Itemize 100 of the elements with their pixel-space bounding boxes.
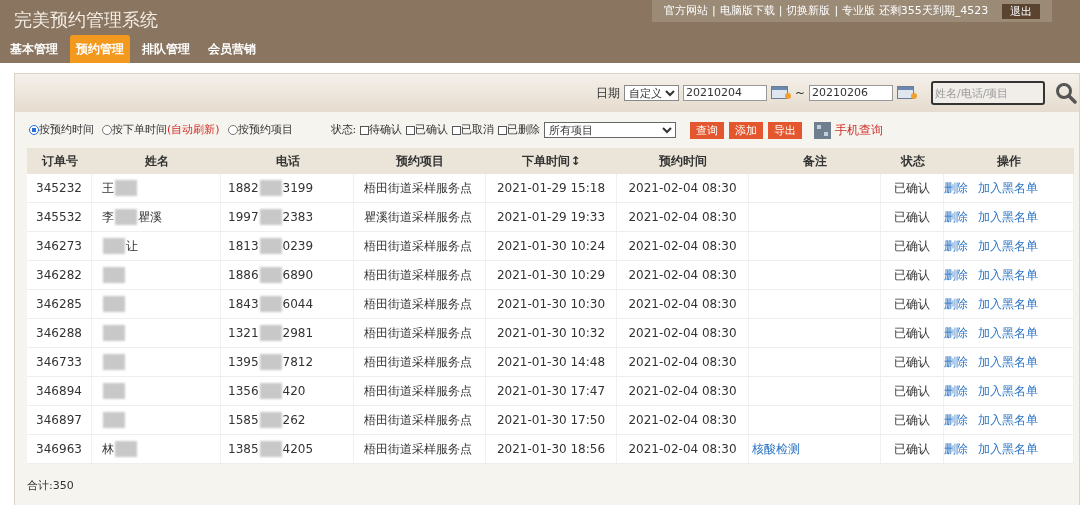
column-header: 姓名 <box>143 153 170 170</box>
row-action-link[interactable]: 删除 <box>944 411 968 429</box>
row-action-link[interactable]: 删除 <box>944 440 968 458</box>
table-cell-text: 已确认 <box>894 325 930 342</box>
table-cell-text: 2021-02-04 08:30 <box>628 296 737 313</box>
header-link[interactable]: 官方网站 <box>664 2 708 20</box>
checkbox[interactable] <box>406 125 416 135</box>
radio-button[interactable] <box>102 125 112 135</box>
row-action-link[interactable]: 删除 <box>944 382 968 400</box>
table-cell-text: 梧田街道采样服务点 <box>364 354 472 371</box>
radio-button[interactable] <box>29 125 39 135</box>
table-cell-text: 已确认 <box>894 238 930 255</box>
table-cell-text: 2021-02-04 08:30 <box>628 441 737 458</box>
checkbox[interactable] <box>452 125 462 135</box>
phone-text: 1395 <box>228 354 259 371</box>
redaction-blur <box>259 412 282 428</box>
phone-text: 1585 <box>228 412 259 429</box>
link-separator: | <box>778 2 783 19</box>
logout-button[interactable]: 退出 <box>1002 3 1040 19</box>
row-action-link[interactable]: 加入黑名单 <box>978 440 1038 458</box>
phone-text: 2383 <box>282 209 314 226</box>
row-action-link[interactable]: 删除 <box>944 179 968 197</box>
radio-label: 按预约项目 <box>237 121 293 138</box>
link-separator: | <box>834 2 839 19</box>
radio-button[interactable] <box>227 125 238 135</box>
phone-text: 4205 <box>282 441 314 458</box>
phone-text: 1882 <box>228 180 259 197</box>
checkbox-label: 待确认 <box>369 121 403 138</box>
row-action-link[interactable]: 删除 <box>944 353 968 371</box>
mobile-query-link[interactable]: 手机查询 <box>835 121 884 139</box>
project-select[interactable]: 所有项目 <box>544 122 677 138</box>
date-label: 日期 <box>595 85 620 102</box>
phone-text: 262 <box>282 412 306 429</box>
name-text: 李 <box>102 209 114 226</box>
nav-tab[interactable]: 会员营销 <box>202 35 262 63</box>
action-button[interactable]: 导出 <box>768 121 803 139</box>
phone-text: 1321 <box>228 325 259 342</box>
row-action-link[interactable]: 加入黑名单 <box>978 411 1038 429</box>
table-cell-text: 2021-01-29 19:33 <box>496 209 606 226</box>
calendar-icon[interactable] <box>897 86 917 100</box>
phone-text: 6044 <box>282 296 314 313</box>
redaction-blur <box>259 441 282 457</box>
redaction-blur <box>259 296 282 312</box>
column-header: 备注 <box>802 153 828 170</box>
phone-text: 420 <box>282 383 306 400</box>
row-action-link[interactable]: 加入黑名单 <box>978 382 1038 400</box>
table-cell-text: 346285 <box>36 296 82 313</box>
header-link[interactable]: 切换新版 <box>786 2 831 20</box>
action-button[interactable]: 查询 <box>690 121 725 139</box>
row-action-link[interactable]: 删除 <box>944 295 968 313</box>
phone-text: 1997 <box>228 209 259 226</box>
row-action-link[interactable]: 加入黑名单 <box>978 208 1038 226</box>
redaction-blur <box>259 180 282 196</box>
row-action-link[interactable]: 加入黑名单 <box>978 324 1038 342</box>
redaction-blur <box>103 267 125 283</box>
search-icon[interactable] <box>1055 82 1077 104</box>
table-cell-text: 梧田街道采样服务点 <box>364 412 472 429</box>
redaction-blur <box>115 441 137 457</box>
row-action-link[interactable]: 加入黑名单 <box>978 179 1038 197</box>
table-cell-text: 2021-02-04 08:30 <box>628 238 737 255</box>
row-action-link[interactable]: 加入黑名单 <box>978 353 1038 371</box>
table-cell-text: 已确认 <box>894 267 930 284</box>
search-field[interactable]: 姓名/电话/项目 <box>931 81 1045 105</box>
table-cell-text: 345532 <box>36 209 82 226</box>
table-cell-text: 2021-01-29 15:18 <box>496 180 606 197</box>
status-label: 状态: <box>330 121 357 138</box>
row-action-link[interactable]: 加入黑名单 <box>978 266 1038 284</box>
row-action-link[interactable]: 加入黑名单 <box>978 295 1038 313</box>
row-action-link[interactable]: 删除 <box>944 266 968 284</box>
app-title: 完美预约管理系统 <box>14 8 158 32</box>
column-header: 操作 <box>996 153 1022 170</box>
table-cell-text: 346897 <box>36 412 82 429</box>
table-cell-text: 346273 <box>36 238 82 255</box>
redaction-blur <box>259 267 282 283</box>
row-action-link[interactable]: 删除 <box>944 208 968 226</box>
radio-label: 按预约时间 <box>39 121 94 138</box>
table-cell-text: 已确认 <box>894 180 930 197</box>
date-mode-select[interactable]: 自定义 <box>623 85 679 101</box>
row-action-link[interactable]: 删除 <box>944 324 968 342</box>
date-from-field[interactable]: 20210204 <box>682 85 767 101</box>
total-count: 合计:350 <box>27 478 74 494</box>
checkbox[interactable] <box>360 125 370 135</box>
link-separator: | <box>712 2 716 19</box>
table-cell-text: 梧田街道采样服务点 <box>364 383 472 400</box>
calendar-icon[interactable] <box>770 86 791 100</box>
redaction-blur <box>115 209 137 225</box>
checkbox[interactable] <box>498 125 508 135</box>
action-button[interactable]: 添加 <box>729 121 764 139</box>
nav-tab[interactable]: 基本管理 <box>4 35 64 63</box>
table-cell-text: 2021-02-04 08:30 <box>628 383 737 400</box>
redaction-blur <box>103 238 125 254</box>
note-link[interactable]: 核酸检测 <box>752 440 800 458</box>
phone-text: 7812 <box>282 354 314 371</box>
row-action-link[interactable]: 删除 <box>944 237 968 255</box>
date-to-field[interactable]: 20210206 <box>809 85 893 101</box>
nav-tab[interactable]: 排队管理 <box>136 35 196 63</box>
row-action-link[interactable]: 加入黑名单 <box>978 237 1038 255</box>
table-cell-text: 346288 <box>36 325 82 342</box>
header-link[interactable]: 电脑版下载 <box>719 2 775 20</box>
table-cell-text: 2021-01-30 10:30 <box>496 296 606 313</box>
